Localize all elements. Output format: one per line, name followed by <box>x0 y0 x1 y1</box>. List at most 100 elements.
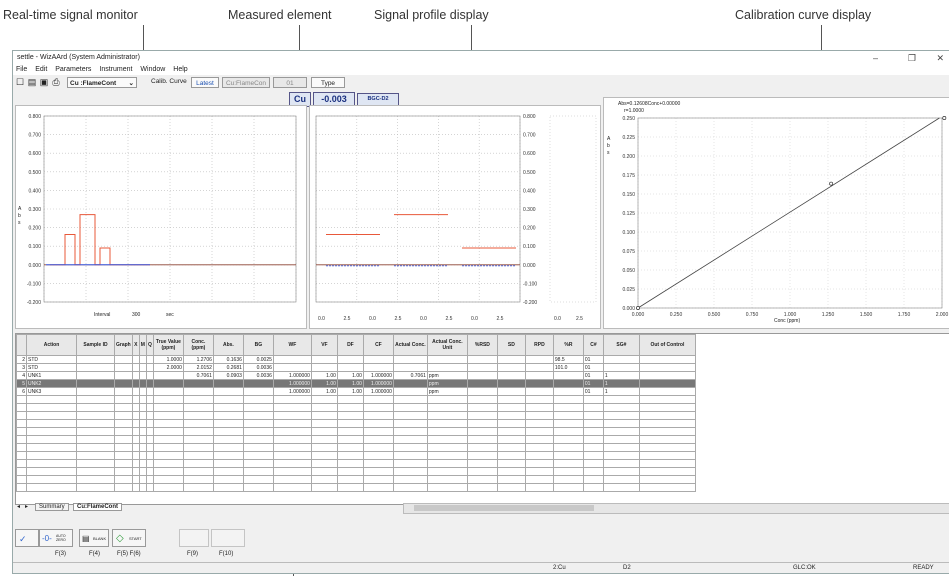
table-cell[interactable] <box>426 451 468 460</box>
table-cell[interactable] <box>524 475 554 484</box>
table-cell[interactable] <box>552 419 584 428</box>
table-cell[interactable] <box>362 435 394 444</box>
table-cell[interactable] <box>426 467 468 476</box>
table-cell[interactable] <box>131 459 140 468</box>
tab-scroll-right-icon[interactable]: ▸ <box>25 503 28 510</box>
table-cell[interactable] <box>272 459 312 468</box>
table-row[interactable]: 4 UNK1 0.7061 0.0903 0.0036 1.000000 1.00 1.00 1… <box>16 371 696 380</box>
table-cell[interactable] <box>496 355 526 364</box>
table-cell[interactable] <box>138 395 147 404</box>
table-cell[interactable] <box>131 363 140 372</box>
table-cell[interactable] <box>362 427 394 436</box>
table-cell[interactable] <box>16 467 27 476</box>
table-cell[interactable]: UNK1 <box>26 371 77 380</box>
table-cell[interactable] <box>182 435 214 444</box>
table-cell[interactable]: 0.7061 <box>392 371 428 380</box>
table-cell[interactable]: 1.00 <box>310 379 338 388</box>
table-cell[interactable] <box>242 483 274 492</box>
table-cell[interactable] <box>336 459 364 468</box>
column-header[interactable]: Conc. (ppm) <box>182 334 214 356</box>
table-cell[interactable] <box>182 483 214 492</box>
table-cell[interactable] <box>426 363 468 372</box>
table-cell[interactable]: UNK3 <box>26 387 77 396</box>
column-header[interactable]: Abs. <box>212 334 244 356</box>
table-cell[interactable]: 1.00 <box>336 379 364 388</box>
table-cell[interactable] <box>114 443 133 452</box>
table-cell[interactable] <box>466 363 498 372</box>
table-cell[interactable] <box>145 371 154 380</box>
table-row-empty[interactable] <box>16 411 696 420</box>
table-cell[interactable]: ppm <box>426 371 468 380</box>
table-cell[interactable] <box>310 403 338 412</box>
table-cell[interactable] <box>582 435 604 444</box>
table-cell[interactable] <box>131 467 140 476</box>
table-cell[interactable] <box>16 419 27 428</box>
table-cell[interactable] <box>26 419 77 428</box>
table-cell[interactable]: UNK2 <box>26 379 77 388</box>
table-cell[interactable]: 1.00 <box>310 371 338 380</box>
table-cell[interactable]: 4 <box>16 371 27 380</box>
table-cell[interactable] <box>552 387 584 396</box>
column-header[interactable]: %RSD <box>466 334 498 356</box>
table-cell[interactable] <box>362 355 394 364</box>
table-cell[interactable] <box>26 459 77 468</box>
table-cell[interactable] <box>426 443 468 452</box>
column-header[interactable]: X <box>131 334 140 356</box>
table-cell[interactable] <box>145 355 154 364</box>
table-cell[interactable] <box>638 427 696 436</box>
table-cell[interactable] <box>131 411 140 420</box>
table-cell[interactable] <box>524 451 554 460</box>
calib-no-field[interactable]: 01 <box>273 77 307 88</box>
table-cell[interactable] <box>145 403 154 412</box>
table-cell[interactable] <box>362 443 394 452</box>
table-cell[interactable] <box>602 467 640 476</box>
table-cell[interactable] <box>552 371 584 380</box>
table-cell[interactable] <box>272 411 312 420</box>
table-cell[interactable] <box>524 467 554 476</box>
table-cell[interactable] <box>76 443 115 452</box>
table-cell[interactable] <box>362 403 394 412</box>
table-cell[interactable]: 2.0000 <box>152 363 184 372</box>
table-cell[interactable] <box>152 475 184 484</box>
table-cell[interactable] <box>131 435 140 444</box>
table-cell[interactable] <box>638 435 696 444</box>
table-cell[interactable] <box>152 459 184 468</box>
close-button[interactable]: ✕ <box>936 51 944 65</box>
table-cell[interactable] <box>336 395 364 404</box>
table-cell[interactable] <box>336 451 364 460</box>
table-cell[interactable] <box>131 395 140 404</box>
print-icon[interactable]: ⎙ <box>51 77 61 87</box>
table-cell[interactable] <box>496 459 526 468</box>
table-cell[interactable] <box>524 395 554 404</box>
column-header[interactable]: WF <box>272 334 312 356</box>
table-cell[interactable] <box>131 355 140 364</box>
menu-help[interactable]: Help <box>173 66 187 73</box>
table-cell[interactable] <box>336 411 364 420</box>
table-cell[interactable] <box>152 371 184 380</box>
table-row-empty[interactable] <box>16 475 696 484</box>
table-cell[interactable] <box>310 467 338 476</box>
table-cell[interactable] <box>114 371 133 380</box>
table-cell[interactable] <box>466 395 498 404</box>
f9-button[interactable] <box>179 529 209 547</box>
table-cell[interactable] <box>524 387 554 396</box>
table-cell[interactable] <box>272 483 312 492</box>
table-cell[interactable] <box>114 467 133 476</box>
table-cell[interactable] <box>466 371 498 380</box>
table-cell[interactable] <box>496 411 526 420</box>
table-cell[interactable] <box>212 435 244 444</box>
table-row-empty[interactable] <box>16 483 696 492</box>
table-row[interactable]: 5 UNK2 1.000000 1.00 1.00 1.000000 ppm 01 1 <box>16 379 696 388</box>
table-cell[interactable] <box>496 395 526 404</box>
table-cell[interactable] <box>496 427 526 436</box>
table-cell[interactable] <box>16 483 27 492</box>
table-cell[interactable] <box>16 403 27 412</box>
table-cell[interactable] <box>131 427 140 436</box>
table-cell[interactable] <box>552 403 584 412</box>
table-cell[interactable] <box>16 459 27 468</box>
table-cell[interactable] <box>272 363 312 372</box>
table-cell[interactable] <box>138 459 147 468</box>
table-cell[interactable] <box>26 403 77 412</box>
table-cell[interactable] <box>16 395 27 404</box>
table-cell[interactable]: 98.5 <box>552 355 584 364</box>
